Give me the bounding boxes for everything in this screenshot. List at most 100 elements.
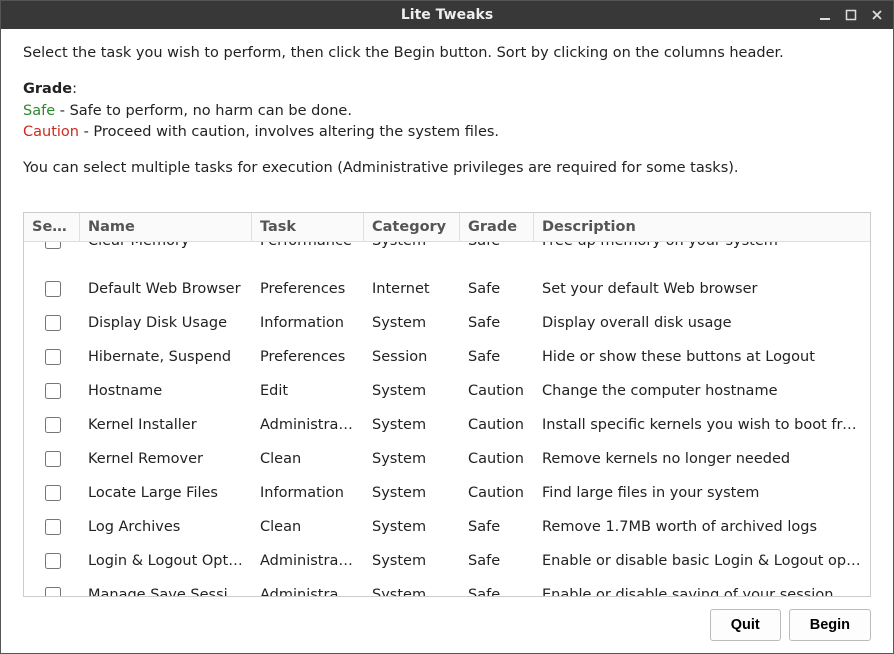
table-row[interactable]: Clear MemoryPerformanceSystemSafeFree up… bbox=[24, 242, 870, 272]
cell-task: Performance bbox=[252, 242, 364, 249]
intro-line1: Select the task you wish to perform, the… bbox=[23, 43, 871, 65]
row-checkbox[interactable] bbox=[45, 417, 61, 433]
cell-description: Set your default Web browser bbox=[534, 275, 870, 303]
cell-category: System bbox=[364, 547, 460, 575]
cell-category: Session bbox=[364, 343, 460, 371]
footer: Quit Begin bbox=[23, 597, 871, 641]
cell-select bbox=[24, 476, 80, 510]
cell-name: Hibernate, Suspend bbox=[80, 343, 252, 371]
cell-task: Clean bbox=[252, 513, 364, 541]
cell-description: Remove kernels no longer needed bbox=[534, 445, 870, 473]
row-checkbox[interactable] bbox=[45, 349, 61, 365]
table-row[interactable]: Kernel InstallerAdministrationSystemCaut… bbox=[24, 408, 870, 442]
intro-text: Select the task you wish to perform, the… bbox=[23, 43, 871, 194]
cell-category: System bbox=[364, 242, 460, 249]
task-table: Select Name Task Category Grade Descript… bbox=[23, 212, 871, 597]
table-row[interactable]: HostnameEditSystemCautionChange the comp… bbox=[24, 374, 870, 408]
cell-grade: Safe bbox=[460, 547, 534, 575]
cell-grade: Safe bbox=[460, 581, 534, 596]
close-icon bbox=[871, 9, 883, 21]
maximize-button[interactable] bbox=[839, 3, 863, 27]
cell-select bbox=[24, 306, 80, 340]
window-title: Lite Tweaks bbox=[1, 7, 893, 23]
cell-grade: Caution bbox=[460, 479, 534, 507]
cell-category: System bbox=[364, 445, 460, 473]
cell-task: Preferences bbox=[252, 275, 364, 303]
cell-description: Hide or show these buttons at Logout bbox=[534, 343, 870, 371]
cell-name: Clear Memory bbox=[80, 242, 252, 249]
column-header-description[interactable]: Description bbox=[534, 213, 870, 241]
row-checkbox[interactable] bbox=[45, 587, 61, 596]
table-header: Select Name Task Category Grade Descript… bbox=[24, 213, 870, 242]
cell-description: Free up memory on your system bbox=[534, 242, 870, 249]
column-header-name[interactable]: Name bbox=[80, 213, 252, 241]
table-row[interactable]: Display Disk UsageInformationSystemSafeD… bbox=[24, 306, 870, 340]
grade-caution-desc: - Proceed with caution, involves alterin… bbox=[79, 124, 499, 140]
close-button[interactable] bbox=[865, 3, 889, 27]
column-header-category[interactable]: Category bbox=[364, 213, 460, 241]
cell-select bbox=[24, 578, 80, 596]
cell-task: Clean bbox=[252, 445, 364, 473]
cell-name: Hostname bbox=[80, 377, 252, 405]
cell-category: System bbox=[364, 309, 460, 337]
cell-name: Default Web Browser bbox=[80, 275, 252, 303]
cell-grade: Safe bbox=[460, 309, 534, 337]
row-checkbox[interactable] bbox=[45, 553, 61, 569]
cell-select bbox=[24, 340, 80, 374]
table-body[interactable]: Clear MemoryPerformanceSystemSafeFree up… bbox=[24, 242, 870, 596]
row-checkbox[interactable] bbox=[45, 242, 61, 249]
cell-description: Change the computer hostname bbox=[534, 377, 870, 405]
content-area: Select the task you wish to perform, the… bbox=[1, 29, 893, 653]
table-row[interactable]: Login & Logout OptionsAdministrationSyst… bbox=[24, 544, 870, 578]
cell-task: Preferences bbox=[252, 343, 364, 371]
cell-select bbox=[24, 544, 80, 578]
row-checkbox[interactable] bbox=[45, 519, 61, 535]
column-header-grade[interactable]: Grade bbox=[460, 213, 534, 241]
row-checkbox[interactable] bbox=[45, 383, 61, 399]
cell-task: Administration bbox=[252, 581, 364, 596]
grade-safe-label: Safe bbox=[23, 103, 55, 119]
column-header-select[interactable]: Select bbox=[24, 213, 80, 241]
table-row[interactable]: Hibernate, SuspendPreferencesSessionSafe… bbox=[24, 340, 870, 374]
cell-name: Login & Logout Options bbox=[80, 547, 252, 575]
cell-select bbox=[24, 442, 80, 476]
cell-task: Information bbox=[252, 309, 364, 337]
row-checkbox[interactable] bbox=[45, 281, 61, 297]
cell-select bbox=[24, 242, 80, 252]
cell-task: Information bbox=[252, 479, 364, 507]
minimize-button[interactable] bbox=[813, 3, 837, 27]
minimize-icon bbox=[819, 9, 831, 21]
table-row[interactable]: Locate Large FilesInformationSystemCauti… bbox=[24, 476, 870, 510]
cell-description: Enable or disable saving of your session bbox=[534, 581, 870, 596]
grade-heading: Grade bbox=[23, 81, 72, 97]
table-row[interactable]: Manage Save SessionAdministrationSystemS… bbox=[24, 578, 870, 596]
cell-grade: Caution bbox=[460, 411, 534, 439]
grade-caution-label: Caution bbox=[23, 124, 79, 140]
cell-name: Kernel Installer bbox=[80, 411, 252, 439]
row-checkbox[interactable] bbox=[45, 315, 61, 331]
table-row[interactable]: Log ArchivesCleanSystemSafeRemove 1.7MB … bbox=[24, 510, 870, 544]
cell-name: Kernel Remover bbox=[80, 445, 252, 473]
cell-name: Manage Save Session bbox=[80, 581, 252, 596]
titlebar: Lite Tweaks bbox=[1, 1, 893, 29]
cell-grade: Caution bbox=[460, 445, 534, 473]
begin-button[interactable]: Begin bbox=[789, 609, 871, 641]
grade-legend: Grade: Safe - Safe to perform, no harm c… bbox=[23, 79, 871, 144]
column-header-task[interactable]: Task bbox=[252, 213, 364, 241]
intro-line2: You can select multiple tasks for execut… bbox=[23, 158, 871, 180]
row-checkbox[interactable] bbox=[45, 451, 61, 467]
table-row[interactable]: Kernel RemoverCleanSystemCautionRemove k… bbox=[24, 442, 870, 476]
cell-category: System bbox=[364, 513, 460, 541]
cell-grade: Safe bbox=[460, 513, 534, 541]
quit-button[interactable]: Quit bbox=[710, 609, 781, 641]
window: Lite Tweaks Select the task you wish to … bbox=[0, 0, 894, 654]
cell-description: Find large files in your system bbox=[534, 479, 870, 507]
window-controls bbox=[813, 1, 889, 29]
row-checkbox[interactable] bbox=[45, 485, 61, 501]
cell-description: Enable or disable basic Login & Logout o… bbox=[534, 547, 870, 575]
table-row[interactable]: Default Web BrowserPreferencesInternetSa… bbox=[24, 272, 870, 306]
cell-category: System bbox=[364, 411, 460, 439]
cell-task: Administration bbox=[252, 547, 364, 575]
cell-select bbox=[24, 272, 80, 306]
grade-safe-desc: - Safe to perform, no harm can be done. bbox=[55, 103, 352, 119]
